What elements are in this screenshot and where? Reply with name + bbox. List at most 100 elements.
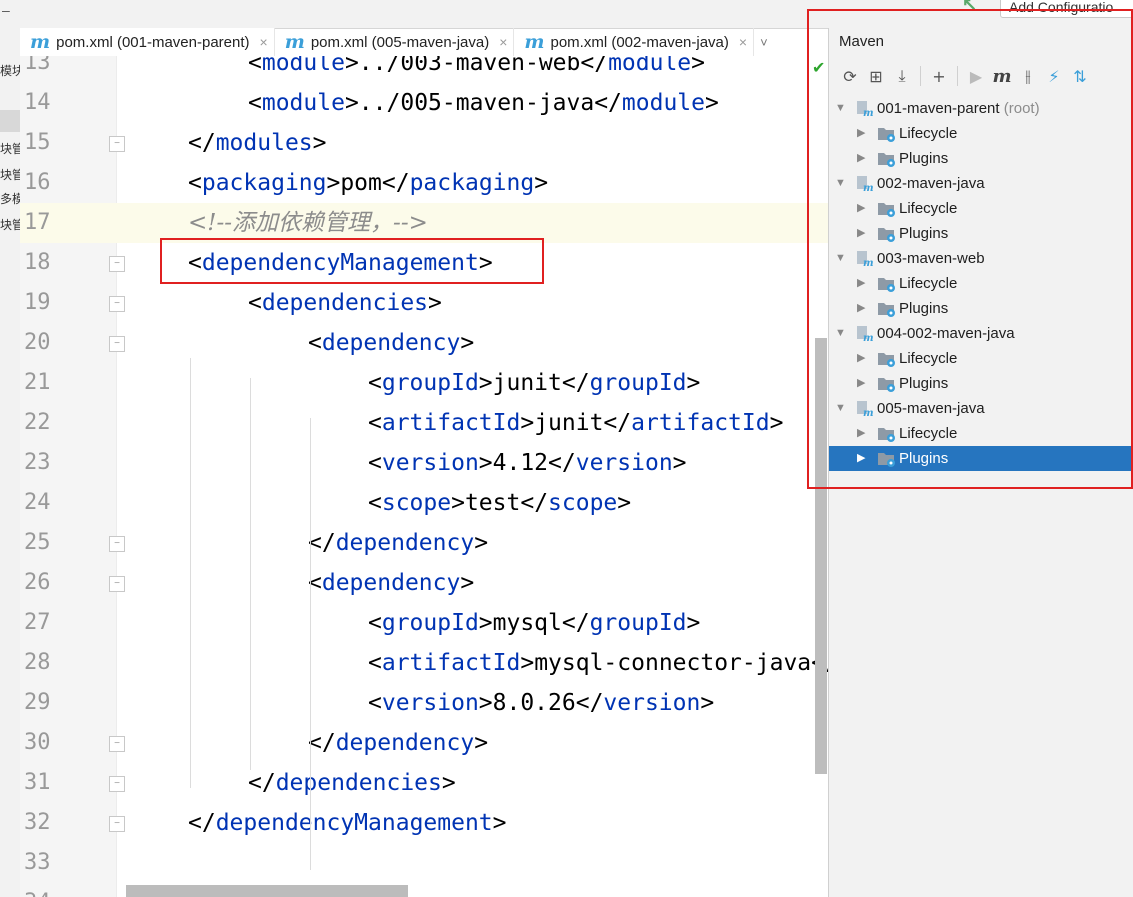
strip-label[interactable]: 块管: [0, 140, 20, 157]
xml-punctuation: <: [248, 290, 262, 316]
code-text: <module>../005-maven-java</module>: [248, 83, 719, 123]
xml-tag-name: version: [603, 690, 701, 716]
code-line: 27 <groupId>mysql</groupId>: [20, 603, 828, 643]
line-number: 17: [24, 210, 51, 235]
xml-tag-name: module: [621, 90, 705, 116]
xml-tag-name: artifactId: [381, 410, 521, 436]
code-line: 31 </dependencies>: [20, 763, 828, 803]
code-text: <groupId>mysql</groupId>: [368, 603, 700, 643]
fold-marker-icon[interactable]: −: [109, 736, 125, 752]
xml-tag-name: scope: [381, 490, 452, 516]
fold-marker-icon[interactable]: −: [109, 256, 125, 272]
xml-punctuation: >test</: [451, 490, 549, 516]
xml-punctuation: >: [460, 330, 475, 356]
fold-marker-icon[interactable]: −: [109, 136, 125, 152]
code-line: 13 <module>../003-maven-web</module>: [20, 56, 828, 83]
fold-marker-icon[interactable]: −: [109, 576, 125, 592]
maven-m-icon: m: [284, 31, 305, 53]
collapse-icon[interactable]: –: [2, 2, 10, 18]
code-line: 21 <groupId>junit</groupId>: [20, 363, 828, 403]
xml-punctuation: </: [308, 730, 336, 756]
code-editor[interactable]: 13 <module>../003-maven-web</module> 14 <mo…: [20, 56, 828, 897]
xml-tag-name: groupId: [589, 370, 687, 396]
editor-tabs: m pom.xml (001-maven-parent) × m pom.xml (00…: [20, 28, 828, 58]
xml-punctuation: >: [474, 730, 489, 756]
code-text: </dependency>: [308, 723, 488, 763]
line-number: 27: [24, 610, 51, 635]
xml-punctuation: >: [769, 410, 784, 436]
line-number: 24: [24, 490, 51, 515]
xml-punctuation: <: [248, 90, 262, 116]
horizontal-scrollbar[interactable]: [126, 885, 408, 897]
code-text: <version>4.12</version>: [368, 443, 687, 483]
xml-punctuation: <: [368, 370, 382, 396]
xml-tag-name: dependency: [335, 730, 475, 756]
fold-marker-icon[interactable]: −: [109, 776, 125, 792]
code-line: 15 </modules>: [20, 123, 828, 163]
xml-punctuation: >: [617, 490, 632, 516]
code-text: <dependencies>: [248, 283, 442, 323]
xml-punctuation: </: [188, 130, 216, 156]
tabs-overflow-icon[interactable]: ˅: [754, 28, 774, 56]
close-icon[interactable]: ×: [260, 34, 268, 50]
line-number: 33: [24, 850, 51, 875]
editor-tab[interactable]: m pom.xml (001-maven-parent) ×: [20, 28, 275, 58]
line-number: 20: [24, 330, 51, 355]
xml-tag-name: modules: [215, 130, 313, 156]
fold-marker-icon[interactable]: −: [109, 536, 125, 552]
close-icon[interactable]: ×: [499, 34, 507, 50]
xml-punctuation: <: [368, 690, 382, 716]
annotation-box-dependency-management: [160, 238, 544, 284]
line-number: 28: [24, 650, 51, 675]
xml-punctuation: >pom</: [326, 170, 410, 196]
code-text: <scope>test</scope>: [368, 483, 631, 523]
xml-punctuation: >: [700, 690, 715, 716]
xml-tag-name: dependency: [321, 570, 461, 596]
code-line: 20 <dependency>: [20, 323, 828, 363]
line-number: 13: [24, 56, 51, 75]
xml-comment: <!--添加依赖管理，-->: [188, 210, 428, 236]
line-number: 31: [24, 770, 51, 795]
fold-marker-icon[interactable]: −: [109, 296, 125, 312]
xml-punctuation: >: [691, 56, 706, 76]
maven-m-icon: m: [30, 31, 51, 53]
fold-marker-icon[interactable]: −: [109, 336, 125, 352]
xml-tag-name: packaging: [201, 170, 327, 196]
xml-punctuation: >: [686, 370, 701, 396]
maven-m-icon: m: [524, 31, 545, 53]
xml-punctuation: </: [248, 770, 276, 796]
code-text: <dependency>: [308, 323, 474, 363]
code-line: 19 <dependencies>: [20, 283, 828, 323]
editor-tab[interactable]: m pom.xml (002-maven-java) ×: [514, 28, 755, 56]
strip-label[interactable]: 块管: [0, 216, 20, 233]
code-text: <packaging>pom</packaging>: [188, 163, 548, 203]
xml-punctuation: >: [474, 530, 489, 556]
code-line: 32 </dependencyManagement>: [20, 803, 828, 843]
xml-tag-name: dependencies: [261, 290, 429, 316]
annotation-box-maven-panel: [807, 9, 1133, 489]
code-text: <artifactId>mysql-connector-java</artifa…: [368, 643, 828, 683]
code-line: 29 <version>8.0.26</version>: [20, 683, 828, 723]
strip-label[interactable]: 模块: [0, 62, 20, 79]
code-line: 26 <dependency>: [20, 563, 828, 603]
xml-punctuation: >: [705, 90, 719, 116]
xml-tag-name: module: [261, 56, 345, 76]
line-number: 25: [24, 530, 51, 555]
xml-punctuation: >junit</: [478, 370, 590, 396]
xml-punctuation: >: [686, 610, 701, 636]
code-line: 30 </dependency>: [20, 723, 828, 763]
xml-punctuation: >../003-maven-web</: [344, 56, 609, 76]
xml-tag-name: dependencies: [275, 770, 442, 796]
xml-punctuation: <: [368, 450, 382, 476]
indent-guide: [310, 638, 311, 750]
xml-tag-name: artifactId: [631, 410, 770, 436]
fold-marker-icon[interactable]: −: [109, 816, 125, 832]
indent-guide: [190, 358, 191, 788]
strip-label[interactable]: 多模: [0, 190, 20, 207]
line-number: 16: [24, 170, 51, 195]
xml-punctuation: >junit</: [520, 410, 632, 436]
editor-tab[interactable]: m pom.xml (005-maven-java) ×: [275, 28, 515, 56]
close-icon[interactable]: ×: [739, 34, 747, 50]
strip-label[interactable]: 块管: [0, 166, 20, 183]
line-number: 29: [24, 690, 51, 715]
